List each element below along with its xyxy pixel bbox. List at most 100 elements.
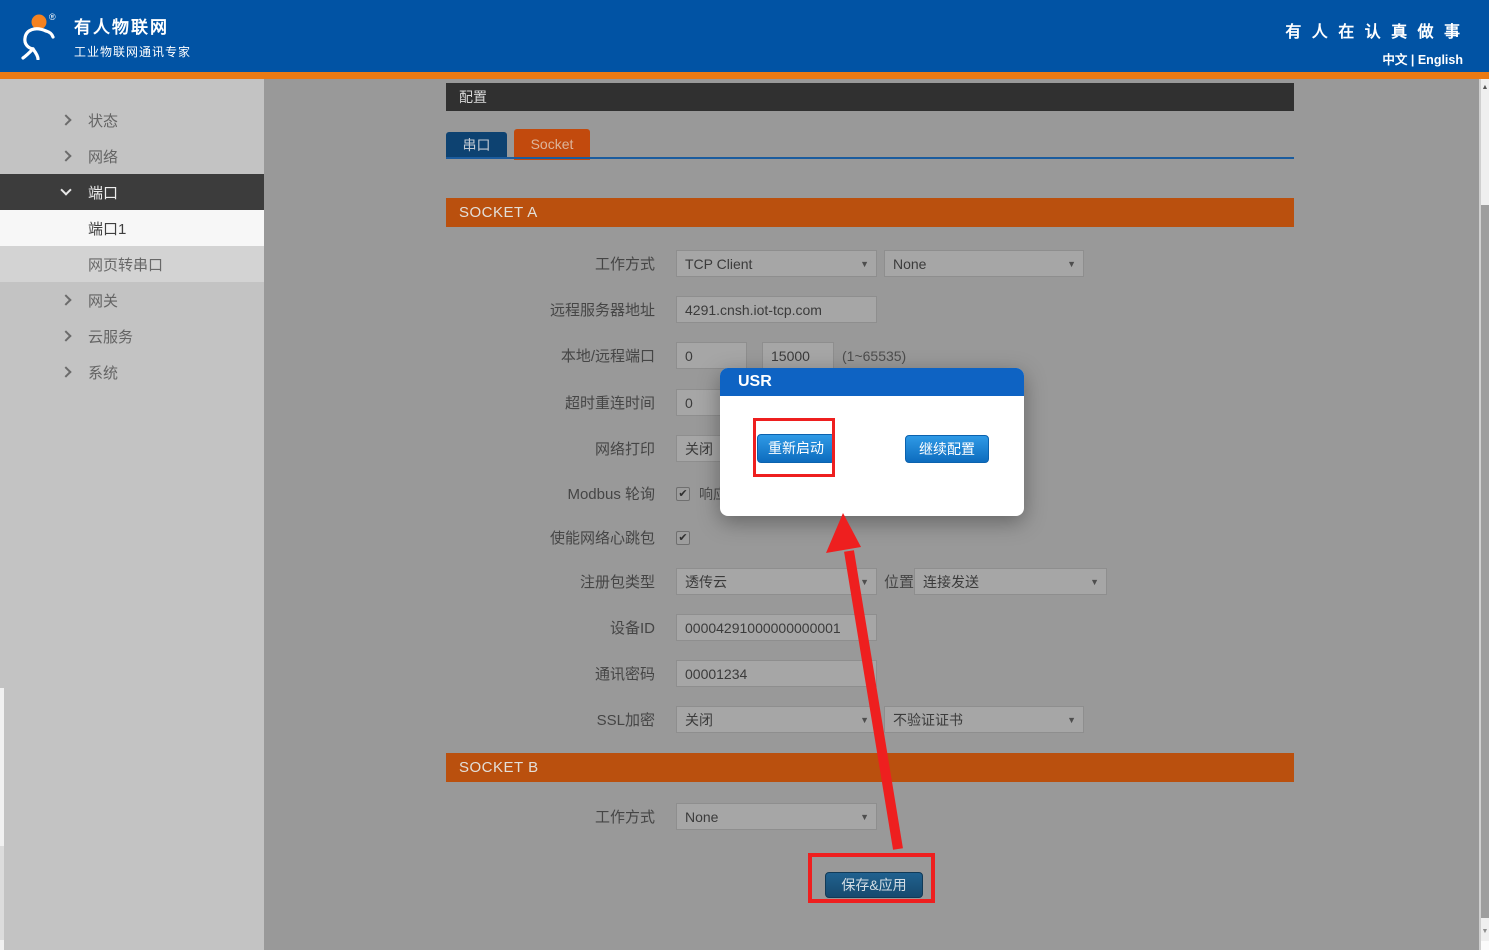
work-mode-secondary-select[interactable]: None ▼ <box>884 250 1084 277</box>
sidebar-item-port1[interactable]: 端口1 <box>0 210 264 246</box>
row-heartbeat: 使能网络心跳包 ✔ <box>446 524 1294 551</box>
dropdown-arrow-icon: ▼ <box>1090 577 1099 587</box>
socket-a-header: SOCKET A <box>446 198 1294 227</box>
work-mode-secondary-value: None <box>893 256 926 272</box>
continue-config-button[interactable]: 继续配置 <box>905 435 989 463</box>
sidebar-item-web-to-serial[interactable]: 网页转串口 <box>0 246 264 282</box>
chevron-right-icon <box>60 114 71 125</box>
ssl-cert-select[interactable]: 不验证证书 ▼ <box>884 706 1084 733</box>
comm-password-label: 通讯密码 <box>446 663 655 684</box>
reconnect-label: 超时重连时间 <box>446 392 655 413</box>
socket-b-work-mode-label: 工作方式 <box>446 806 655 827</box>
row-remote-server: 远程服务器地址 <box>446 296 1294 323</box>
chevron-right-icon <box>60 366 71 377</box>
modbus-poll-checkbox[interactable]: ✔ <box>676 487 690 501</box>
heartbeat-label: 使能网络心跳包 <box>446 527 655 548</box>
port-range-hint: (1~65535) <box>842 348 906 364</box>
device-id-label: 设备ID <box>446 617 655 638</box>
device-id-input[interactable] <box>676 614 877 641</box>
sidebar-item-cloud-service[interactable]: 云服务 <box>0 318 264 354</box>
chevron-right-icon <box>60 150 71 161</box>
reg-packet-position-select[interactable]: 连接发送 ▼ <box>914 568 1107 595</box>
remote-server-label: 远程服务器地址 <box>446 299 655 320</box>
row-ssl: SSL加密 关闭 ▼ 不验证证书 ▼ <box>446 706 1294 733</box>
tab-socket[interactable]: Socket <box>514 129 590 160</box>
socket-b-work-mode-value: None <box>685 809 718 825</box>
remote-port-input[interactable] <box>762 342 834 369</box>
lang-zh-link[interactable]: 中文 <box>1382 53 1407 67</box>
sidebar-item-label: 端口1 <box>88 218 126 239</box>
usr-dialog: USR 重新启动 继续配置 <box>720 368 1024 516</box>
page-title: 配置 <box>446 83 1294 111</box>
comm-password-input[interactable] <box>676 660 877 687</box>
sidebar-item-label: 网关 <box>88 290 118 311</box>
language-switch: 中文 | English <box>1285 49 1463 68</box>
sidebar-item-network[interactable]: 网络 <box>0 138 264 174</box>
net-print-label: 网络打印 <box>446 438 655 459</box>
socket-b-work-mode-select[interactable]: None ▼ <box>676 803 877 830</box>
usr-dialog-title: USR <box>720 368 1024 396</box>
header-bar: ® 有人物联网 工业物联网通讯专家 有 人 在 认 真 做 事 中文 | Eng… <box>0 0 1489 72</box>
reg-packet-label: 注册包类型 <box>446 571 655 592</box>
lang-en-link[interactable]: English <box>1418 53 1463 67</box>
usr-logo-icon: ® <box>16 12 64 60</box>
save-apply-button[interactable]: 保存&应用 <box>825 872 923 898</box>
dropdown-arrow-icon: ▼ <box>860 812 869 822</box>
ssl-select[interactable]: 关闭 ▼ <box>676 706 877 733</box>
row-ports: 本地/远程端口 (1~65535) <box>446 342 1294 369</box>
sidebar-item-label: 网页转串口 <box>88 254 163 275</box>
sidebar-item-system[interactable]: 系统 <box>0 354 264 390</box>
modbus-poll-label: Modbus 轮询 <box>446 483 655 504</box>
sidebar-item-label: 端口 <box>88 182 118 203</box>
net-print-value: 关闭 <box>685 439 713 459</box>
dropdown-arrow-icon: ▼ <box>1067 259 1076 269</box>
sidebar-item-label: 云服务 <box>88 326 133 347</box>
tab-serial[interactable]: 串口 <box>446 132 507 158</box>
brand-subtitle: 工业物联网通讯专家 <box>74 43 191 60</box>
sidebar-item-gateway[interactable]: 网关 <box>0 282 264 318</box>
accent-strip <box>0 72 1489 79</box>
dropdown-arrow-icon: ▼ <box>860 577 869 587</box>
reg-packet-position-label: 位置 <box>884 571 914 592</box>
left-scrollbar-thumb <box>0 846 4 940</box>
ports-label: 本地/远程端口 <box>446 345 655 366</box>
work-mode-select[interactable]: TCP Client ▼ <box>676 250 877 277</box>
ssl-cert-value: 不验证证书 <box>893 710 963 730</box>
scrollbar-thumb[interactable] <box>1481 205 1489 918</box>
dropdown-arrow-icon: ▼ <box>1067 715 1076 725</box>
lang-divider: | <box>1411 53 1415 67</box>
ssl-value: 关闭 <box>685 710 713 730</box>
brand-title: 有人物联网 <box>74 13 191 38</box>
registered-mark: ® <box>49 12 56 22</box>
chevron-right-icon <box>60 330 71 341</box>
ssl-label: SSL加密 <box>446 709 655 730</box>
sidebar: 状态 网络 端口 端口1 网页转串口 网关 云服务 <box>0 79 264 950</box>
reg-packet-value: 透传云 <box>685 572 727 592</box>
row-comm-password: 通讯密码 <box>446 660 1294 687</box>
dropdown-arrow-icon: ▼ <box>860 259 869 269</box>
scroll-up-icon[interactable]: ▲ <box>1481 84 1489 91</box>
sidebar-item-label: 状态 <box>88 110 118 131</box>
dropdown-arrow-icon: ▼ <box>860 715 869 725</box>
row-socket-b-work-mode: 工作方式 None ▼ <box>446 803 1294 830</box>
scroll-down-icon[interactable]: ▼ <box>1481 928 1489 935</box>
work-mode-value: TCP Client <box>685 256 752 272</box>
local-port-input[interactable] <box>676 342 747 369</box>
heartbeat-checkbox[interactable]: ✔ <box>676 531 690 545</box>
chevron-down-icon <box>60 184 71 195</box>
sidebar-item-label: 系统 <box>88 362 118 383</box>
reg-packet-position-value: 连接发送 <box>923 572 979 592</box>
slogan-text: 有 人 在 认 真 做 事 <box>1285 18 1463 42</box>
sidebar-item-label: 网络 <box>88 146 118 167</box>
row-work-mode: 工作方式 TCP Client ▼ None ▼ <box>446 250 1294 277</box>
remote-server-input[interactable] <box>676 296 877 323</box>
sidebar-item-status[interactable]: 状态 <box>0 102 264 138</box>
work-mode-label: 工作方式 <box>446 253 655 274</box>
reg-packet-select[interactable]: 透传云 ▼ <box>676 568 877 595</box>
sidebar-item-port[interactable]: 端口 <box>0 174 264 210</box>
brand: ® 有人物联网 工业物联网通讯专家 <box>16 12 191 60</box>
scrollbar-corner <box>1481 941 1489 950</box>
page: ® 有人物联网 工业物联网通讯专家 有 人 在 认 真 做 事 中文 | Eng… <box>0 0 1489 950</box>
restart-button[interactable]: 重新启动 <box>757 434 835 463</box>
row-reg-packet: 注册包类型 透传云 ▼ 位置 连接发送 ▼ <box>446 568 1294 595</box>
